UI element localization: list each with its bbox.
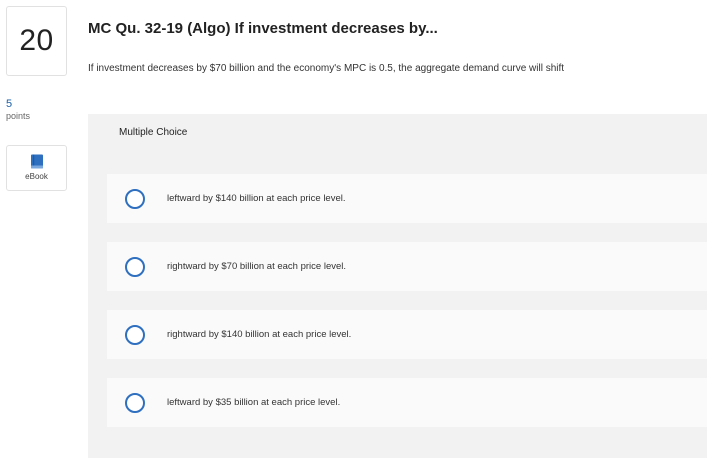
answer-option-2[interactable]: rightward by $70 billion at each price l… <box>107 242 707 291</box>
answer-option-text: leftward by $35 billion at each price le… <box>167 397 341 408</box>
answer-option-text: leftward by $140 billion at each price l… <box>167 193 346 204</box>
question-title: MC Qu. 32-19 (Algo) If investment decrea… <box>88 20 438 37</box>
radio-button[interactable] <box>125 324 145 345</box>
question-number: 20 <box>19 24 54 57</box>
answer-option-3[interactable]: rightward by $140 billion at each price … <box>107 310 707 359</box>
points-value: 5 <box>6 98 13 110</box>
radio-button[interactable] <box>125 188 145 209</box>
radio-button[interactable] <box>125 256 145 277</box>
points-info: 5 points <box>6 98 30 122</box>
book-icon <box>30 154 43 169</box>
answer-option-text: rightward by $140 billion at each price … <box>167 329 352 340</box>
multiple-choice-label: Multiple Choice <box>119 127 188 138</box>
ebook-label: eBook <box>25 172 48 181</box>
question-number-box: 20 <box>6 6 67 76</box>
answer-option-text: rightward by $70 billion at each price l… <box>167 261 347 272</box>
points-label: points <box>6 111 31 121</box>
radio-button[interactable] <box>125 392 145 413</box>
answer-option-1[interactable]: leftward by $140 billion at each price l… <box>107 174 707 223</box>
question-prompt: If investment decreases by $70 billion a… <box>88 63 565 74</box>
multiple-choice-panel: Multiple Choice leftward by $140 billion… <box>88 114 707 458</box>
answer-option-4[interactable]: leftward by $35 billion at each price le… <box>107 378 707 427</box>
ebook-button[interactable]: eBook <box>6 145 67 191</box>
